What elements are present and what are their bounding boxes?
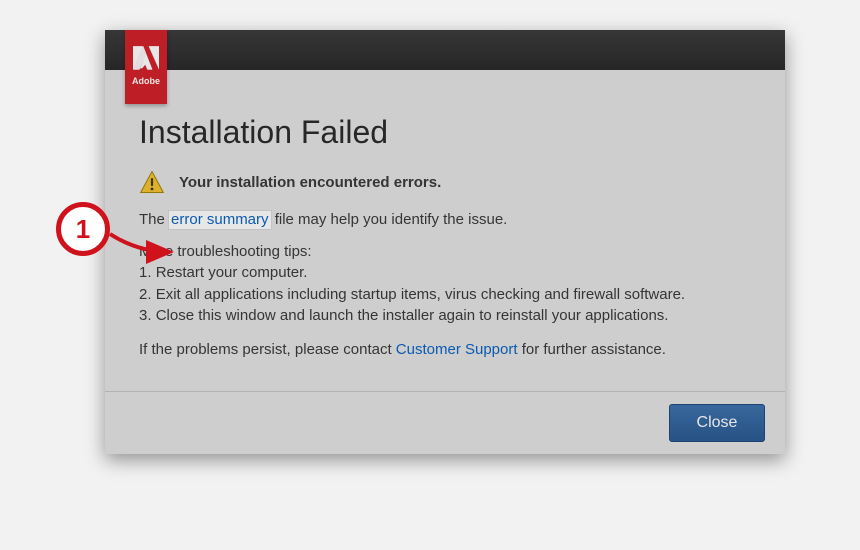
warning-icon bbox=[139, 169, 165, 195]
dialog-titlebar: Adobe bbox=[105, 30, 785, 70]
tip-item: Exit all applications including startup … bbox=[139, 284, 751, 306]
dialog-title: Installation Failed bbox=[139, 114, 751, 151]
adobe-brand-tag: Adobe bbox=[125, 30, 167, 104]
error-summary-line: The error summary file may help you iden… bbox=[139, 209, 751, 231]
summary-text-after: file may help you identify the issue. bbox=[271, 211, 508, 228]
dialog-footer: Close bbox=[105, 391, 785, 454]
error-summary-link[interactable]: error summary bbox=[169, 211, 271, 229]
persist-text-after: for further assistance. bbox=[518, 341, 666, 358]
persist-line: If the problems persist, please contact … bbox=[139, 339, 751, 361]
tips-list: Restart your computer. Exit all applicat… bbox=[139, 262, 751, 327]
tips-heading: More troubleshooting tips: bbox=[139, 243, 751, 260]
adobe-logo-icon bbox=[133, 46, 159, 70]
close-button[interactable]: Close bbox=[669, 404, 765, 442]
alert-row: Your installation encountered errors. bbox=[139, 169, 751, 195]
annotation-callout-1: 1 bbox=[56, 202, 110, 256]
installer-dialog: Adobe Installation Failed Your installat… bbox=[105, 30, 785, 454]
dialog-content: Installation Failed Your installation en… bbox=[105, 70, 785, 391]
persist-text-before: If the problems persist, please contact bbox=[139, 341, 396, 358]
adobe-brand-label: Adobe bbox=[125, 76, 167, 86]
summary-text-before: The bbox=[139, 211, 169, 228]
customer-support-link[interactable]: Customer Support bbox=[396, 341, 518, 358]
alert-message: Your installation encountered errors. bbox=[179, 174, 441, 191]
tip-item: Restart your computer. bbox=[139, 262, 751, 284]
tip-item: Close this window and launch the install… bbox=[139, 305, 751, 327]
